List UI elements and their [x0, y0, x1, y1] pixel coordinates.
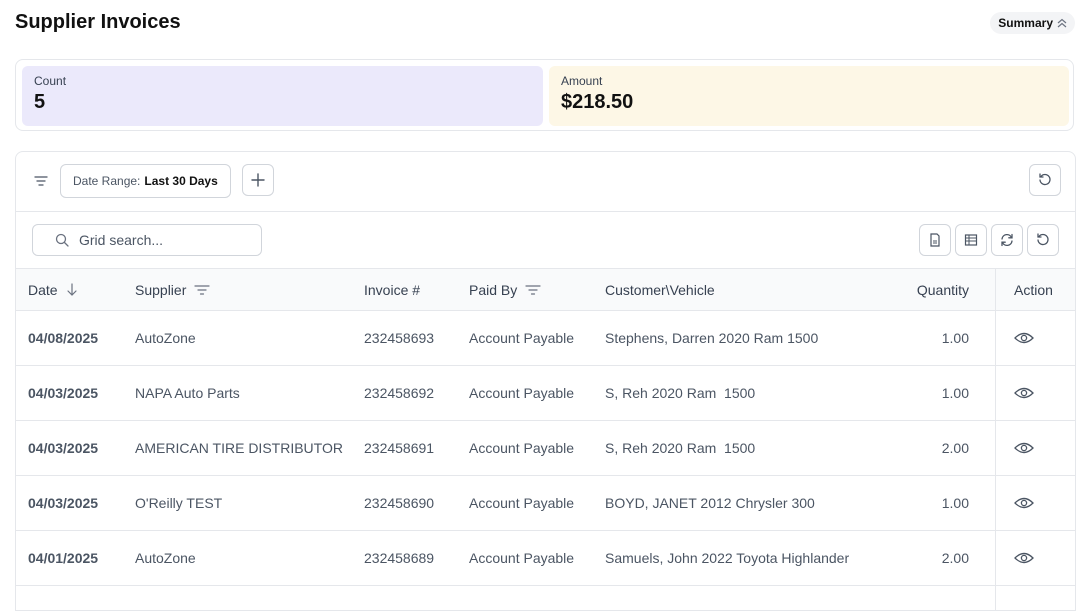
column-label: Action — [1014, 282, 1053, 298]
export-pdf-icon — [928, 233, 942, 247]
eye-icon — [1014, 496, 1034, 510]
cell-invoice: 232458690 — [364, 495, 435, 511]
amount-label: Amount — [561, 74, 603, 88]
view-button[interactable] — [1014, 531, 1034, 585]
cell-invoice: 232458693 — [364, 330, 435, 346]
reset-grid-button[interactable] — [1027, 224, 1059, 256]
filter-bar: Date Range: Last 30 Days — [16, 152, 1075, 212]
cell-paid-by: Account Payable — [469, 330, 575, 346]
count-label: Count — [34, 74, 67, 88]
export-sheet-icon — [964, 233, 978, 247]
reset-icon — [1038, 173, 1052, 187]
cell-invoice: 232458689 — [364, 550, 435, 566]
column-header-quantity[interactable]: Quantity — [917, 269, 969, 311]
action-column-divider — [995, 268, 996, 610]
summary-panel: Count 5 Amount $218.50 — [15, 59, 1074, 131]
view-button[interactable] — [1014, 421, 1034, 475]
grid-search[interactable] — [32, 224, 262, 256]
table-row[interactable]: 04/03/2025 NAPA Auto Parts 232458692 Acc… — [16, 366, 1075, 421]
cell-date: 04/08/2025 — [28, 330, 99, 346]
cell-invoice: 232458691 — [364, 440, 435, 456]
column-label: Paid By — [469, 282, 518, 298]
summary-toggle-label: Summary — [998, 16, 1053, 30]
export-sheet-button[interactable] — [955, 224, 987, 256]
summary-toggle-button[interactable]: Summary — [990, 12, 1075, 34]
export-pdf-button[interactable] — [919, 224, 951, 256]
cell-date: 04/03/2025 — [28, 440, 99, 456]
column-label: Quantity — [916, 282, 969, 298]
column-header-paid-by[interactable]: Paid By — [469, 269, 541, 311]
cell-quantity: 2.00 — [941, 440, 969, 456]
table-row[interactable]: 04/03/2025 AMERICAN TIRE DISTRIBUTOR 232… — [16, 421, 1075, 476]
cell-date: 04/03/2025 — [28, 495, 99, 511]
cell-supplier: NAPA Auto Parts — [135, 385, 240, 401]
cell-supplier: AutoZone — [135, 330, 196, 346]
grid-toolbar — [16, 211, 1075, 268]
count-value: 5 — [34, 91, 46, 113]
search-icon — [55, 233, 69, 247]
cell-supplier: O'Reilly TEST — [135, 495, 223, 511]
table-row[interactable]: 04/03/2025 O'Reilly TEST 232458690 Accou… — [16, 476, 1075, 531]
cell-customer-vehicle: S, Reh 2020 Ram 1500 — [605, 440, 756, 456]
cell-customer-vehicle: BOYD, JANET 2012 Chrysler 300 — [605, 495, 815, 511]
cell-date: 04/01/2025 — [28, 550, 99, 566]
refresh-icon — [1000, 233, 1014, 247]
cell-date: 04/03/2025 — [28, 385, 99, 401]
column-label: Supplier — [135, 282, 187, 298]
column-header-customer-vehicle[interactable]: Customer\Vehicle — [605, 269, 715, 311]
column-label: Invoice # — [364, 282, 421, 298]
cell-quantity: 1.00 — [941, 495, 969, 511]
eye-icon — [1014, 331, 1034, 345]
filter-lines-icon[interactable] — [33, 174, 49, 188]
cell-invoice: 232458692 — [364, 385, 435, 401]
cell-supplier: AMERICAN TIRE DISTRIBUTOR — [135, 440, 343, 456]
column-filter-icon[interactable] — [194, 284, 210, 296]
eye-icon — [1014, 386, 1034, 400]
column-header-date[interactable]: Date — [28, 269, 78, 311]
column-filter-icon[interactable] — [525, 284, 541, 296]
column-label: Customer\Vehicle — [605, 282, 715, 298]
chip-value: Last 30 Days — [144, 174, 218, 188]
amount-value: $218.50 — [561, 91, 634, 113]
cell-quantity: 1.00 — [941, 385, 969, 401]
amount-card: Amount $218.50 — [549, 66, 1069, 126]
column-label: Date — [28, 282, 58, 298]
page-title: Supplier Invoices — [15, 11, 181, 33]
search-input[interactable] — [77, 231, 251, 249]
cell-paid-by: Account Payable — [469, 550, 575, 566]
eye-icon — [1014, 441, 1034, 455]
view-button[interactable] — [1014, 366, 1034, 420]
reset-filters-button[interactable] — [1029, 164, 1061, 196]
view-button[interactable] — [1014, 311, 1034, 365]
plus-icon — [251, 173, 265, 187]
cell-customer-vehicle: S, Reh 2020 Ram 1500 — [605, 385, 756, 401]
table-row[interactable]: 04/08/2025 AutoZone 232458693 Account Pa… — [16, 311, 1075, 366]
cell-customer-vehicle: Samuels, John 2022 Toyota Highlander — [605, 550, 850, 566]
cell-paid-by: Account Payable — [469, 440, 575, 456]
cell-customer-vehicle: Stephens, Darren 2020 Ram 1500 — [605, 330, 819, 346]
table-row[interactable]: 04/01/2025 AutoZone 232458689 Account Pa… — [16, 531, 1075, 586]
column-header-invoice[interactable]: Invoice # — [364, 269, 420, 311]
cell-paid-by: Account Payable — [469, 385, 575, 401]
refresh-button[interactable] — [991, 224, 1023, 256]
column-header-supplier[interactable]: Supplier — [135, 269, 210, 311]
cell-paid-by: Account Payable — [469, 495, 575, 511]
grid-panel: Date Range: Last 30 Days Grid search... … — [15, 151, 1076, 611]
reset-icon — [1036, 233, 1050, 247]
chevrons-up-icon — [1057, 18, 1067, 28]
cell-supplier: AutoZone — [135, 550, 196, 566]
view-button[interactable] — [1014, 476, 1034, 530]
cell-quantity: 2.00 — [941, 550, 969, 566]
chip-key: Date Range: — [73, 174, 141, 188]
date-range-filter-chip[interactable]: Date Range: Last 30 Days — [60, 164, 231, 198]
eye-icon — [1014, 551, 1034, 565]
sort-down-icon[interactable] — [66, 283, 78, 297]
add-filter-button[interactable] — [242, 164, 274, 196]
column-header-action: Action — [1014, 269, 1053, 311]
cell-quantity: 1.00 — [941, 330, 969, 346]
table-header: Date Supplier Invoice # Paid By Customer… — [16, 268, 1075, 311]
count-card: Count 5 — [22, 66, 543, 126]
